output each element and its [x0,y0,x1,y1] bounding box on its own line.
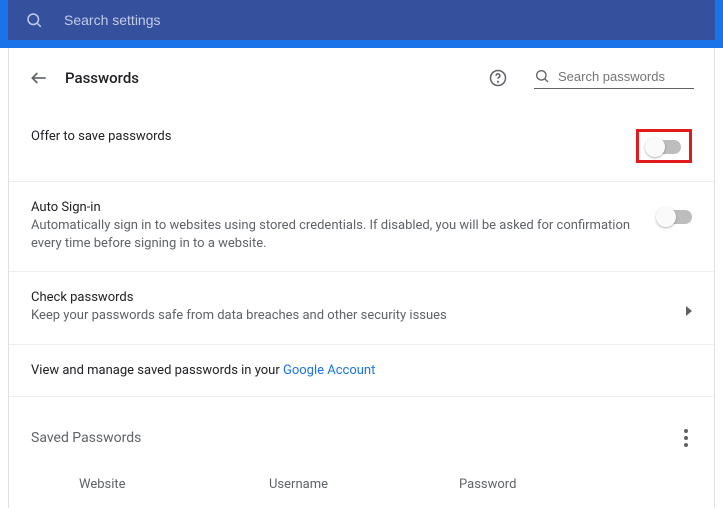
offer-save-passwords-title: Offer to save passwords [31,129,620,144]
settings-search-input[interactable] [64,12,699,28]
passwords-search-field[interactable] [534,66,694,89]
back-arrow-icon[interactable] [29,68,49,88]
auto-signin-row: Auto Sign-in Automatically sign in to we… [9,181,714,271]
passwords-search-input[interactable] [558,69,694,84]
highlight-annotation [636,129,692,163]
auto-signin-title: Auto Sign-in [31,200,642,215]
search-icon [534,68,550,84]
saved-passwords-heading: Saved Passwords [31,430,680,446]
page-header: Passwords [9,48,714,103]
saved-passwords-columns: Website Username Password [9,461,714,508]
page-content: Passwords Offer to save passwords Auto S… [8,48,715,508]
col-website: Website [79,477,269,492]
view-google-account-prefix: View and manage saved passwords in your [31,363,283,378]
more-vert-icon[interactable] [680,425,692,451]
offer-save-passwords-toggle[interactable] [647,140,681,154]
chevron-right-icon [686,306,692,316]
settings-search-bar[interactable] [8,0,715,40]
saved-passwords-header: Saved Passwords [9,397,714,461]
auto-signin-toggle[interactable] [658,210,692,224]
help-icon[interactable] [488,68,508,88]
check-passwords-title: Check passwords [31,290,670,305]
top-search-bar-wrap [0,0,723,48]
check-passwords-row[interactable]: Check passwords Keep your passwords safe… [9,271,714,343]
auto-signin-desc: Automatically sign in to websites using … [31,217,642,253]
google-account-link[interactable]: Google Account [283,363,375,378]
search-icon [24,10,44,30]
view-google-account-row: View and manage saved passwords in your … [9,344,714,397]
col-username: Username [269,477,459,492]
check-passwords-desc: Keep your passwords safe from data breac… [31,307,670,325]
col-password: Password [459,477,692,492]
offer-save-passwords-row: Offer to save passwords [9,103,714,181]
page-title: Passwords [65,69,472,87]
